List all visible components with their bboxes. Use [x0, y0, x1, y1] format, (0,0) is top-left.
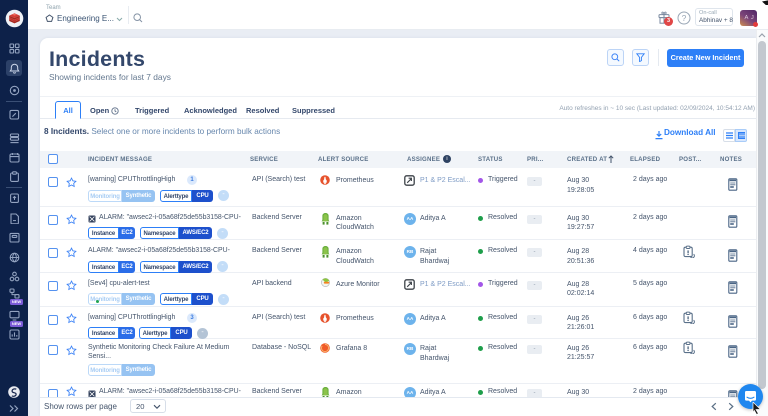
svg-text:?: ? — [682, 13, 687, 23]
